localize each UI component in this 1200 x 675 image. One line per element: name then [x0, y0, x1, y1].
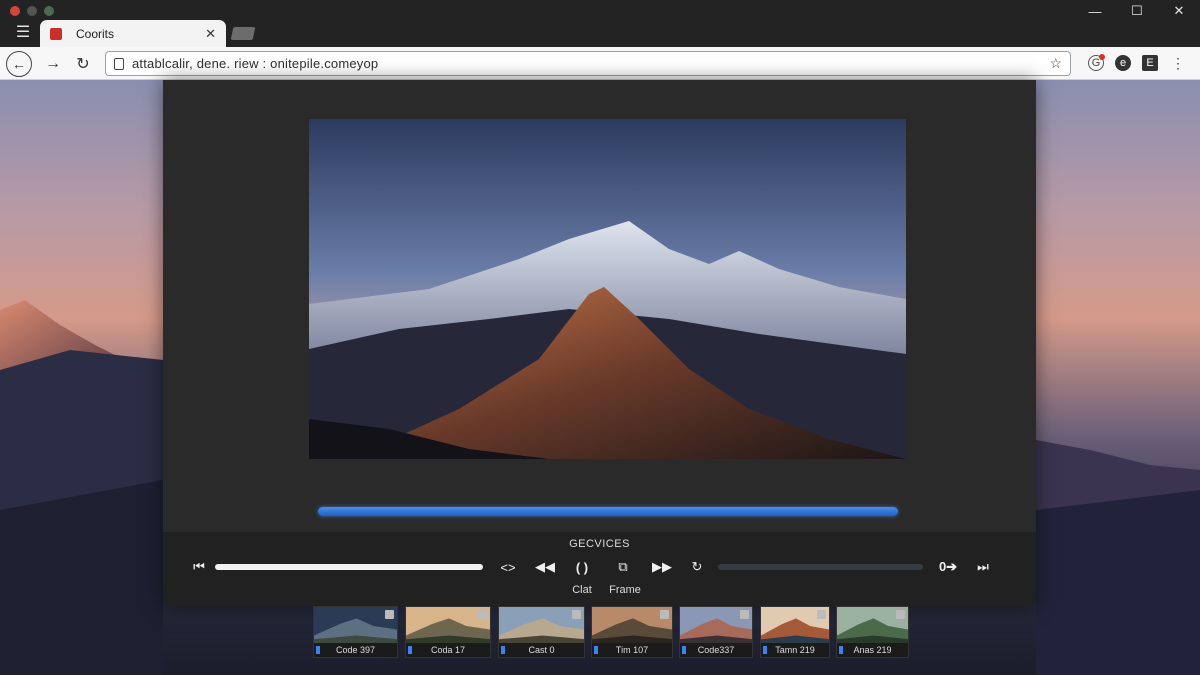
- more-menu-icon[interactable]: ⋮: [1170, 55, 1186, 71]
- bookmark-star-icon[interactable]: ☆: [1049, 55, 1062, 72]
- back-button[interactable]: ←: [6, 51, 32, 77]
- forward-button[interactable]: ▶▶: [650, 556, 674, 578]
- lock-icon: [114, 57, 124, 70]
- thumbnail-marker-icon: [682, 646, 686, 654]
- thumbnail-caption: Anas 219: [837, 643, 908, 657]
- browser-titlebar: ☰ Coorits ✕ — ☐ ✕: [0, 0, 1200, 47]
- frame-button[interactable]: ⧉: [611, 556, 635, 578]
- thumbnail-item[interactable]: Code 397: [313, 606, 398, 658]
- controls-section-title: GECVICES: [569, 538, 630, 550]
- thumbnail-item[interactable]: Anas 219: [836, 606, 909, 658]
- clat-label: Clat: [572, 584, 592, 596]
- new-tab-button[interactable]: [230, 27, 256, 40]
- rewind-button[interactable]: ◀◀: [533, 556, 557, 578]
- browser-tab[interactable]: Coorits ✕: [40, 20, 226, 47]
- thumbnail-marker-icon: [501, 646, 505, 654]
- thumbnail-item[interactable]: Code337: [679, 606, 753, 658]
- thumbnail-marker-icon: [316, 646, 320, 654]
- thumbnail-menu-icon[interactable]: [660, 610, 669, 619]
- skip-back-button[interactable]: ⏮: [189, 556, 209, 578]
- close-button[interactable]: ✕: [1158, 0, 1200, 22]
- media-player: GECVICES ⏮ <> ◀◀ ( ) ⧉ ▶▶ ↻ 0➔ ⏭ Clat Fr…: [163, 80, 1036, 606]
- thumbnail-menu-icon[interactable]: [572, 610, 581, 619]
- seek-slider[interactable]: [215, 564, 483, 570]
- browser-toolbar: ← → ↻ attablcalir, dene. riew : onitepil…: [0, 47, 1200, 80]
- thumbnail-marker-icon: [408, 646, 412, 654]
- thumbnail-item[interactable]: Tim 107: [591, 606, 673, 658]
- tab-close-icon[interactable]: ✕: [205, 26, 216, 42]
- thumbnail-caption: Coda 17: [406, 643, 490, 657]
- url-text: attablcalir, dene. riew : onitepile.come…: [132, 56, 379, 71]
- skip-forward-button[interactable]: ⏭: [973, 556, 993, 578]
- tab-title: Coorits: [76, 26, 115, 41]
- reload-button[interactable]: ↻: [70, 51, 96, 77]
- playback-progress-bar[interactable]: [318, 507, 898, 516]
- thumbnail-menu-icon[interactable]: [740, 610, 749, 619]
- menu-icon[interactable]: ☰: [10, 22, 36, 44]
- thumbnail-menu-icon[interactable]: [896, 610, 905, 619]
- thumbnail-caption: Cast 0: [499, 643, 584, 657]
- minimize-dot[interactable]: [27, 6, 37, 16]
- zoom-dot[interactable]: [44, 6, 54, 16]
- next-arrow-button[interactable]: 0➔: [933, 556, 963, 578]
- maximize-button[interactable]: ☐: [1116, 0, 1158, 22]
- address-bar[interactable]: attablcalir, dene. riew : onitepile.come…: [105, 51, 1071, 76]
- thumbnail-item[interactable]: Cast 0: [498, 606, 585, 658]
- loop-button[interactable]: ↻: [685, 556, 709, 578]
- embed-button[interactable]: <>: [496, 556, 520, 578]
- window-dots: [10, 6, 54, 16]
- video-frame[interactable]: [309, 119, 906, 459]
- minimize-button[interactable]: —: [1074, 0, 1116, 22]
- clat-button[interactable]: ( ): [568, 556, 596, 578]
- thumbnail-caption: Tamn 219: [761, 643, 829, 657]
- thumbnail-menu-icon[interactable]: [385, 610, 394, 619]
- extension-square-icon[interactable]: E: [1142, 55, 1158, 71]
- thumbnail-menu-icon[interactable]: [478, 610, 487, 619]
- volume-slider[interactable]: [718, 564, 923, 570]
- progress-fill: [318, 507, 898, 516]
- thumbnail-marker-icon: [594, 646, 598, 654]
- thumbnail-caption: Tim 107: [592, 643, 672, 657]
- thumbnail-marker-icon: [839, 646, 843, 654]
- mountain-sunset-image: [309, 119, 906, 459]
- frame-label: Frame: [609, 584, 641, 596]
- window-controls: — ☐ ✕: [1074, 0, 1200, 22]
- forward-button[interactable]: →: [40, 51, 66, 77]
- tab-favicon-icon: [50, 27, 62, 40]
- player-controls: GECVICES ⏮ <> ◀◀ ( ) ⧉ ▶▶ ↻ 0➔ ⏭ Clat Fr…: [163, 532, 1036, 606]
- extension-circle-icon[interactable]: e: [1115, 55, 1131, 71]
- thumbnail-caption: Code337: [680, 643, 752, 657]
- thumbnail-item[interactable]: Coda 17: [405, 606, 491, 658]
- thumbnail-item[interactable]: Tamn 219: [760, 606, 830, 658]
- thumbnail-marker-icon: [763, 646, 767, 654]
- thumbnail-menu-icon[interactable]: [817, 610, 826, 619]
- thumbnail-caption: Code 397: [314, 643, 397, 657]
- close-dot[interactable]: [10, 6, 20, 16]
- extension-google-icon[interactable]: G: [1088, 54, 1105, 71]
